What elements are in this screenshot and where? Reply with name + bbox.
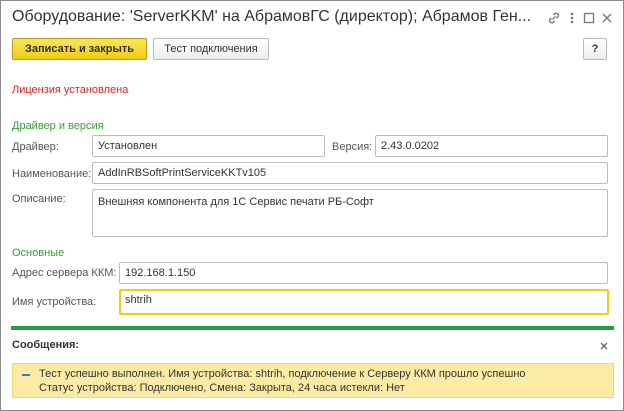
- version-field[interactable]: 2.43.0.0202: [375, 135, 608, 157]
- command-bar: Записать и закрыть Тест подключения ?: [1, 37, 623, 63]
- license-status: Лицензия установлена: [12, 84, 129, 96]
- device-name-label: Имя устройства:: [12, 296, 97, 308]
- messages-title: Сообщения:: [12, 339, 80, 351]
- messages-header: Сообщения:: [1, 333, 623, 359]
- driver-field[interactable]: Установлен: [92, 135, 325, 157]
- server-address-label: Адрес сервера ККМ:: [12, 267, 117, 279]
- maximize-icon[interactable]: [582, 11, 596, 25]
- window-title: Оборудование: 'ServerKKM' на АбрамовГС (…: [12, 8, 532, 25]
- description-field[interactable]: Внешняя компонента для 1С Сервис печати …: [92, 189, 608, 237]
- server-address-field[interactable]: 192.168.1.150: [119, 262, 608, 284]
- messages-separator: [11, 326, 614, 330]
- version-label: Версия:: [332, 141, 373, 153]
- equipment-form-window: Оборудование: 'ServerKKM' на АбрамовГС (…: [0, 0, 624, 411]
- driver-label: Драйвер:: [12, 141, 59, 153]
- close-icon[interactable]: [598, 340, 610, 352]
- name-label: Наименование:: [12, 168, 92, 180]
- device-name-field[interactable]: shtrih: [119, 289, 609, 315]
- title-bar: Оборудование: 'ServerKKM' на АбрамовГС (…: [1, 1, 623, 35]
- message-line: Тест успешно выполнен. Имя устройства: s…: [39, 368, 526, 380]
- message-item: Тест успешно выполнен. Имя устройства: s…: [12, 363, 614, 398]
- more-icon[interactable]: [565, 11, 579, 25]
- help-button[interactable]: ?: [583, 38, 607, 60]
- test-connection-button[interactable]: Тест подключения: [153, 38, 269, 60]
- message-marker-icon: [22, 374, 30, 376]
- close-icon[interactable]: [600, 11, 614, 25]
- save-and-close-button[interactable]: Записать и закрыть: [12, 38, 147, 60]
- name-field[interactable]: AddInRBSoftPrintServiceKKTv105: [92, 162, 608, 184]
- message-line: Статус устройства: Подключено, Смена: За…: [39, 382, 405, 394]
- link-icon[interactable]: [547, 11, 561, 25]
- description-label: Описание:: [12, 193, 66, 205]
- driver-group-title: Драйвер и версия: [12, 120, 104, 132]
- main-group-title: Основные: [12, 247, 65, 259]
